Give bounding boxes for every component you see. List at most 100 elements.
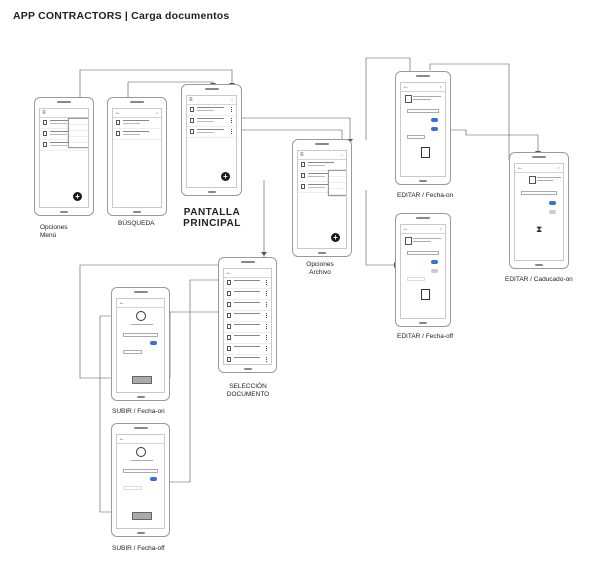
- save-action[interactable]: ✓: [557, 164, 560, 172]
- document-icon: [301, 173, 305, 178]
- menu-item[interactable]: [329, 189, 346, 195]
- menu-icon[interactable]: ≡: [300, 151, 304, 159]
- file-preview-icon: [421, 147, 430, 158]
- search-icon[interactable]: ⌕: [341, 151, 343, 159]
- menu-icon[interactable]: ≡: [42, 109, 46, 117]
- document-icon: [43, 131, 47, 136]
- more-icon[interactable]: [266, 346, 268, 351]
- speaker: [204, 88, 219, 90]
- save-action[interactable]: ✓: [439, 83, 442, 91]
- phone-opciones-menu: ≡ +: [34, 97, 94, 216]
- toggle-switch[interactable]: [431, 269, 438, 273]
- toggle-switch[interactable]: [150, 341, 157, 345]
- list-item[interactable]: [187, 127, 236, 138]
- more-icon[interactable]: [231, 107, 233, 112]
- toggle-switch[interactable]: [549, 201, 556, 205]
- text-line: [197, 110, 215, 111]
- list-item[interactable]: [224, 333, 271, 344]
- back-arrow-icon[interactable]: ←: [115, 109, 121, 117]
- more-icon[interactable]: [266, 291, 268, 296]
- document-icon: [190, 129, 194, 134]
- toggle-switch[interactable]: [431, 127, 438, 131]
- speaker: [416, 217, 430, 219]
- text-line: [413, 241, 431, 242]
- back-arrow-icon[interactable]: ←: [403, 83, 409, 91]
- document-icon: [43, 142, 47, 147]
- label-seleccion-documento: SELECCIÓN DOCUMENTO: [226, 383, 270, 398]
- text-line: [123, 134, 140, 135]
- document-icon: [227, 324, 231, 329]
- list-item[interactable]: [224, 300, 271, 311]
- date-field[interactable]: [407, 135, 425, 139]
- menu-icon[interactable]: ≡: [189, 96, 193, 104]
- document-icon: [301, 162, 305, 167]
- text-field[interactable]: [123, 469, 158, 473]
- save-action[interactable]: ✓: [439, 225, 442, 233]
- app-bar: ←: [117, 299, 164, 308]
- back-arrow-icon[interactable]: ←: [119, 435, 125, 443]
- more-icon[interactable]: [266, 280, 268, 285]
- label-busqueda: BÚSQUEDA: [118, 220, 155, 227]
- add-button[interactable]: +: [331, 233, 340, 242]
- avatar: [135, 311, 146, 321]
- screen: ← ✓: [400, 224, 446, 319]
- document-icon: [227, 291, 231, 296]
- date-field[interactable]: [123, 350, 142, 354]
- text-line: [308, 176, 325, 177]
- app-bar: ←: [117, 435, 164, 444]
- back-arrow-icon[interactable]: ←: [226, 269, 232, 277]
- upload-button[interactable]: [131, 512, 152, 520]
- close-icon[interactable]: ×: [156, 109, 158, 117]
- text-field[interactable]: [123, 333, 158, 337]
- toggle-switch[interactable]: [549, 210, 556, 214]
- list-item[interactable]: [187, 105, 236, 116]
- search-icon[interactable]: ⌕: [231, 96, 233, 104]
- list-item[interactable]: [224, 344, 271, 355]
- label-editar-fecha-off: EDITAR / Fecha-off: [397, 333, 454, 340]
- list-item[interactable]: [113, 129, 161, 140]
- upload-button[interactable]: [131, 376, 152, 384]
- list-item[interactable]: [224, 355, 271, 364]
- back-arrow-icon[interactable]: ←: [517, 164, 523, 172]
- phone-editar-caducado-on: ← ✓ ⧗: [509, 152, 569, 269]
- list-item[interactable]: [224, 289, 271, 300]
- more-icon[interactable]: [266, 302, 268, 307]
- document-icon: [190, 107, 194, 112]
- more-icon[interactable]: [231, 118, 233, 123]
- list-item[interactable]: [224, 278, 271, 289]
- document-icon: [405, 237, 412, 245]
- text-field[interactable]: [407, 251, 439, 255]
- more-icon[interactable]: [266, 324, 268, 329]
- phone-pantalla-principal: ≡ ⌕ +: [181, 84, 242, 196]
- search-bar[interactable]: ← ×: [113, 109, 161, 118]
- home-button: [207, 190, 216, 193]
- list-item[interactable]: [224, 322, 271, 333]
- add-button[interactable]: +: [73, 192, 82, 201]
- date-field: [123, 486, 142, 490]
- screen: ← ✓ ⧗: [514, 163, 564, 261]
- text-line: [197, 129, 224, 131]
- date-field: [407, 277, 425, 281]
- back-arrow-icon[interactable]: ←: [403, 225, 409, 233]
- toggle-switch[interactable]: [431, 118, 438, 122]
- back-arrow-icon[interactable]: ←: [119, 299, 125, 307]
- document-icon: [405, 95, 412, 103]
- more-icon[interactable]: [266, 313, 268, 318]
- list-item[interactable]: [113, 118, 161, 129]
- toggle-switch[interactable]: [150, 477, 157, 481]
- phone-editar-fecha-off: ← ✓: [395, 213, 451, 327]
- document-icon: [43, 120, 47, 125]
- text-field[interactable]: [407, 109, 439, 113]
- menu-item[interactable]: [69, 143, 88, 149]
- list-item[interactable]: [187, 116, 236, 127]
- hourglass-icon: ⧗: [536, 224, 543, 234]
- more-icon[interactable]: [266, 357, 268, 362]
- add-button[interactable]: +: [221, 172, 230, 181]
- app-bar: ← ✓: [401, 225, 445, 234]
- toggle-switch[interactable]: [431, 260, 438, 264]
- list-item[interactable]: [224, 311, 271, 322]
- more-icon[interactable]: [266, 335, 268, 340]
- text-field[interactable]: [521, 191, 557, 195]
- more-icon[interactable]: [231, 129, 233, 134]
- text-line: [234, 280, 260, 282]
